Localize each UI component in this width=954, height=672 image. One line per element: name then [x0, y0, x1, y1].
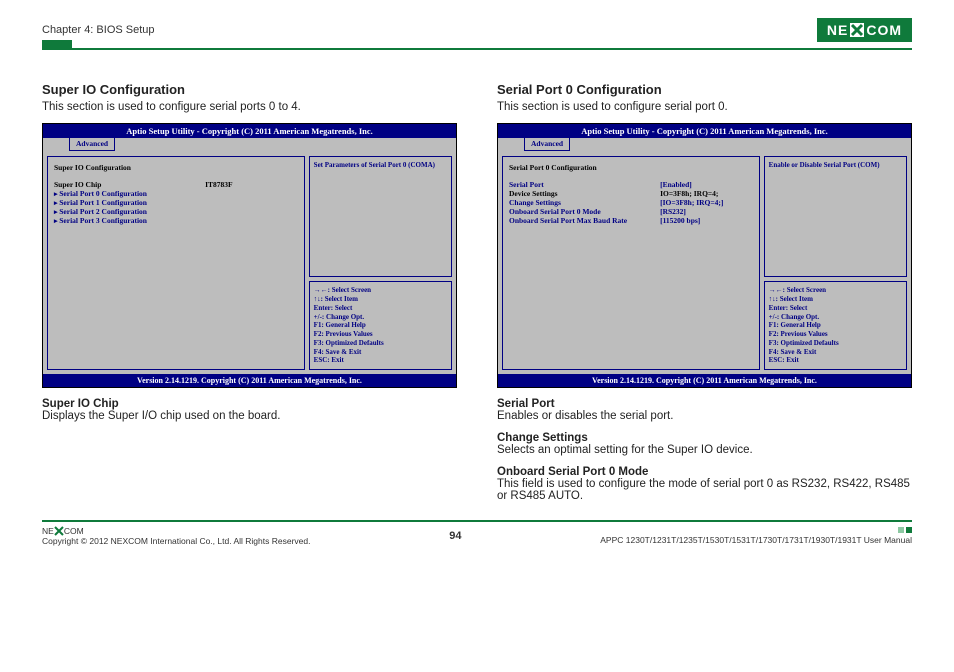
manual-text: APPC 1230T/1231T/1235T/1530T/1531T/1730T… — [600, 535, 912, 545]
desc-body: Enables or disables the serial port. — [497, 410, 912, 422]
decor-mark-icon — [898, 527, 904, 533]
section-subtitle: This section is used to configure serial… — [42, 101, 457, 113]
bios-help-keys: →←: Select Screen ↑↓: Select Item Enter:… — [309, 281, 452, 370]
x-icon — [850, 23, 864, 37]
menu-item: Serial Port 1 Configuration — [54, 198, 298, 207]
chapter-label: Chapter 4: BIOS Setup — [42, 24, 155, 36]
bios-setting-row: Serial Port[Enabled] — [509, 180, 753, 189]
bios-utility-title: Aptio Setup Utility - Copyright (C) 2011… — [498, 124, 911, 138]
chip-row-label: Super IO Chip — [54, 180, 205, 189]
bios-footer: Version 2.14.1219. Copyright (C) 2011 Am… — [498, 374, 911, 387]
desc-title: Change Settings — [497, 432, 912, 444]
section-title: Super IO Configuration — [42, 82, 457, 97]
desc-title: Super IO Chip — [42, 398, 457, 410]
section-subtitle: This section is used to configure serial… — [497, 101, 912, 113]
bios-setting-row: Onboard Serial Port Max Baud Rate[115200… — [509, 216, 753, 225]
desc-body: This field is used to configure the mode… — [497, 478, 912, 502]
desc-title: Serial Port — [497, 398, 912, 410]
bios-tab-advanced: Advanced — [69, 138, 115, 151]
bios-utility-title: Aptio Setup Utility - Copyright (C) 2011… — [43, 124, 456, 138]
footer-logo: NECOM — [42, 526, 310, 536]
bios-panel: Aptio Setup Utility - Copyright (C) 2011… — [497, 123, 912, 388]
bios-panel: Aptio Setup Utility - Copyright (C) 2011… — [42, 123, 457, 388]
bios-help-keys: →←: Select Screen ↑↓: Select Item Enter:… — [764, 281, 907, 370]
menu-item: Serial Port 3 Configuration — [54, 216, 298, 225]
bios-tab-advanced: Advanced — [524, 138, 570, 151]
panel-heading: Super IO Configuration — [54, 163, 298, 172]
panel-heading: Serial Port 0 Configuration — [509, 163, 753, 172]
bios-footer: Version 2.14.1219. Copyright (C) 2011 Am… — [43, 374, 456, 387]
x-icon — [54, 526, 64, 536]
desc-title: Onboard Serial Port 0 Mode — [497, 466, 912, 478]
desc-body: Selects an optimal setting for the Super… — [497, 444, 912, 456]
bios-setting-row: Onboard Serial Port 0 Mode[RS232] — [509, 207, 753, 216]
menu-item: Serial Port 0 Configuration — [54, 189, 298, 198]
copyright-text: Copyright © 2012 NEXCOM International Co… — [42, 536, 310, 546]
brand-logo: NECOM — [817, 18, 912, 42]
bios-hint: Set Parameters of Serial Port 0 (COMA) — [309, 156, 452, 277]
page-number: 94 — [449, 530, 461, 542]
section-title: Serial Port 0 Configuration — [497, 82, 912, 97]
desc-body: Displays the Super I/O chip used on the … — [42, 410, 457, 422]
menu-item: Serial Port 2 Configuration — [54, 207, 298, 216]
bios-setting-row: Change Settings[IO=3F8h; IRQ=4;] — [509, 198, 753, 207]
bios-hint: Enable or Disable Serial Port (COM) — [764, 156, 907, 277]
bios-setting-row: Device SettingsIO=3F8h; IRQ=4; — [509, 189, 753, 198]
chip-row-value: IT8783F — [205, 180, 298, 189]
decor-mark-icon — [906, 527, 912, 533]
